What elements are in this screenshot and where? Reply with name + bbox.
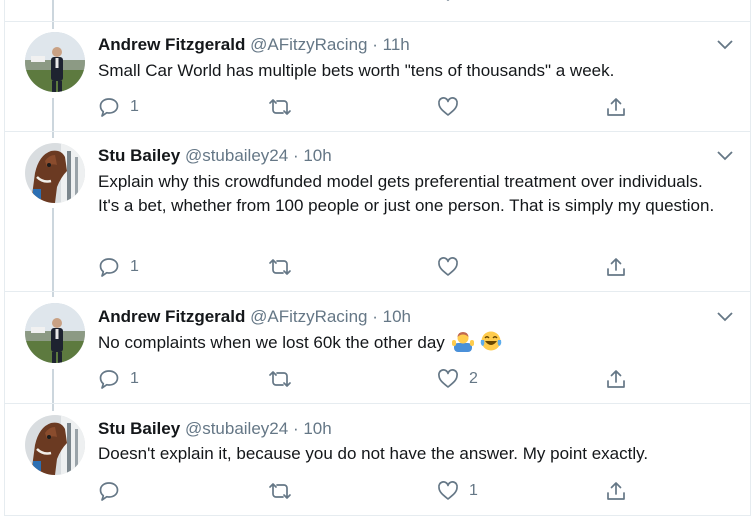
tweet-timestamp[interactable]: 10h: [303, 419, 331, 438]
retweet-icon[interactable]: [131, 0, 147, 4]
separator-dot: ·: [372, 35, 378, 54]
tweet-header: Andrew Fitzgerald @AFitzyRacing · 10h: [98, 307, 411, 327]
author-name[interactable]: Andrew Fitzgerald: [98, 35, 245, 54]
like-button[interactable]: [437, 95, 469, 119]
author-handle[interactable]: @stubailey24: [185, 419, 288, 438]
tweet-text: Small Car World has multiple bets worth …: [98, 61, 615, 80]
like-button[interactable]: 1: [437, 479, 478, 503]
reply-count: 1: [130, 370, 139, 387]
like-button[interactable]: 2: [437, 367, 478, 391]
tweet-divider: [5, 291, 750, 292]
share-icon[interactable]: [606, 0, 622, 4]
reply-button[interactable]: 1: [98, 255, 139, 279]
retweet-button[interactable]: [268, 479, 302, 503]
retweet-button[interactable]: [268, 367, 302, 391]
reply-button[interactable]: 1: [98, 367, 139, 391]
reply-icon: [99, 482, 119, 501]
share-button[interactable]: [605, 255, 627, 279]
stu-bailey-avatar[interactable]: [25, 415, 85, 475]
tweet-timestamp[interactable]: 10h: [383, 307, 411, 326]
reply-icon: [99, 98, 119, 117]
tweet-header: Stu Bailey @stubailey24 · 10h: [98, 146, 332, 166]
chevron-down-icon[interactable]: [715, 149, 735, 163]
thread-connector: [52, 98, 54, 138]
tweet-text-container: No complaints when we lost 60k the other…: [98, 330, 738, 355]
tweet-header: Andrew Fitzgerald @AFitzyRacing · 11h: [98, 35, 410, 55]
andrew-fitzgerald-avatar[interactable]: [25, 303, 85, 363]
reply-button[interactable]: [98, 479, 130, 503]
tweet-actions: 1: [98, 479, 658, 503]
author-handle[interactable]: @stubailey24: [185, 146, 288, 165]
retweet-icon: [269, 483, 291, 499]
retweet-button[interactable]: [268, 255, 302, 279]
reply-count: 1: [130, 98, 139, 115]
retweet-button[interactable]: [268, 95, 302, 119]
tweet-header: Stu Bailey @stubailey24 · 10h: [98, 419, 332, 439]
man-shrugging-emoji: [451, 332, 474, 352]
author-name[interactable]: Stu Bailey: [98, 419, 180, 438]
thread-connector: [52, 0, 54, 29]
thread-connector: [52, 208, 54, 297]
thread-connector: [52, 369, 54, 411]
retweet-icon: [269, 371, 291, 387]
retweet-icon: [269, 259, 291, 275]
tweet-divider: [5, 21, 750, 22]
chevron-down-icon[interactable]: [715, 310, 735, 324]
chevron-down-icon[interactable]: [715, 38, 735, 52]
stu-bailey-avatar[interactable]: [25, 143, 85, 203]
like-icon: [438, 257, 458, 276]
like-count: 2: [469, 370, 478, 387]
like-button[interactable]: [437, 255, 469, 279]
tweet-text: No complaints when we lost 60k the other…: [98, 333, 445, 352]
separator-dot: ·: [372, 307, 378, 326]
share-button[interactable]: [605, 367, 627, 391]
author-handle[interactable]: @AFitzyRacing: [250, 307, 367, 326]
author-name[interactable]: Stu Bailey: [98, 146, 180, 165]
reply-icon: [99, 258, 119, 277]
separator-dot: ·: [292, 419, 299, 438]
tweet-timestamp[interactable]: 10h: [303, 146, 331, 165]
face-with-tears-of-joy-emoji: [481, 331, 502, 351]
tweet-timestamp[interactable]: 11h: [383, 35, 410, 54]
tweet-actions: 1: [98, 255, 658, 279]
share-icon: [607, 482, 625, 500]
author-handle[interactable]: @AFitzyRacing: [250, 35, 367, 54]
share-button[interactable]: [605, 479, 627, 503]
like-icon: [438, 97, 458, 116]
previous-tweet-actions: [0, 0, 753, 6]
share-icon: [607, 370, 625, 388]
tweet-text: Doesn't explain it, because you do not h…: [98, 444, 649, 463]
retweet-icon: [269, 99, 291, 115]
andrew-fitzgerald-avatar[interactable]: [25, 32, 85, 92]
like-icon: [438, 369, 458, 388]
like-count: 1: [469, 482, 478, 499]
tweet-text: Explain why this crowdfunded model gets …: [98, 172, 715, 215]
reply-count: 1: [130, 258, 139, 275]
reply-button[interactable]: 1: [98, 95, 139, 119]
author-name[interactable]: Andrew Fitzgerald: [98, 307, 245, 326]
reply-icon: [99, 370, 119, 389]
share-button[interactable]: [605, 95, 627, 119]
tweet-divider: [5, 403, 750, 404]
separator-dot: ·: [292, 146, 299, 165]
like-icon[interactable]: [440, 0, 456, 4]
like-icon: [438, 481, 458, 500]
tweet-actions: 1 2: [98, 367, 658, 391]
share-icon: [607, 98, 625, 116]
tweet-actions: 1: [98, 95, 658, 119]
tweet-divider: [5, 131, 750, 132]
share-icon: [607, 258, 625, 276]
